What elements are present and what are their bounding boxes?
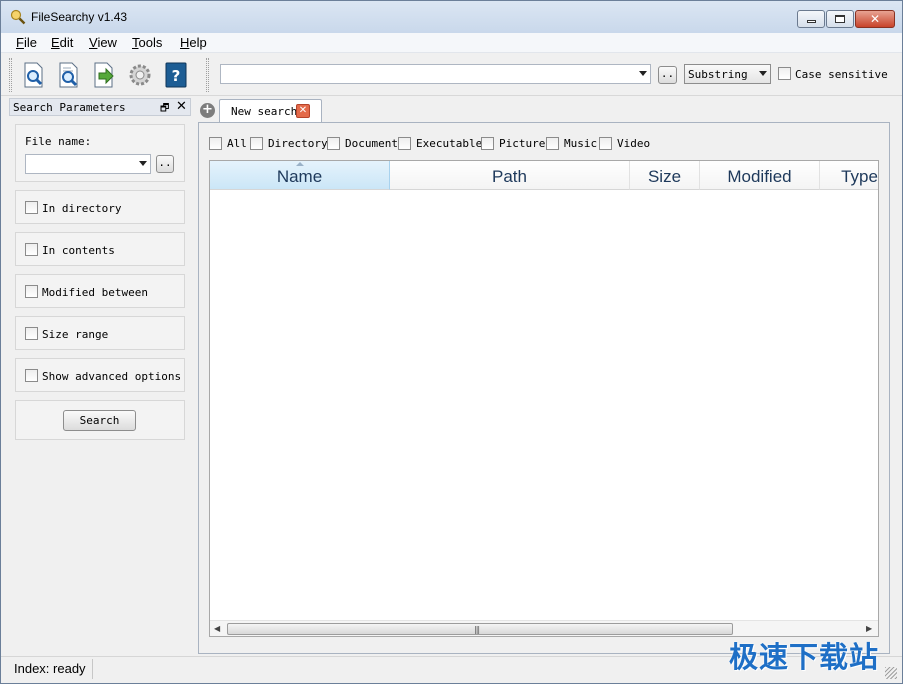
svg-text:?: ? bbox=[172, 67, 181, 85]
scroll-right-icon[interactable]: ▶ bbox=[866, 624, 872, 633]
minimize-icon bbox=[806, 20, 816, 23]
panel-header: Search Parameters 🗗 ✕ bbox=[9, 98, 191, 116]
help-book-icon: ? bbox=[163, 62, 189, 92]
toolbar-grip[interactable] bbox=[9, 58, 12, 92]
maximize-button[interactable] bbox=[826, 10, 854, 28]
filter-picture-checkbox[interactable] bbox=[481, 137, 494, 150]
close-icon: ✕ bbox=[869, 12, 881, 26]
status-text: Index: ready bbox=[14, 661, 86, 676]
show-advanced-label: Show advanced options bbox=[42, 370, 182, 383]
search-input[interactable] bbox=[220, 64, 651, 84]
grip-icon: ||| bbox=[474, 625, 480, 634]
in-directory-section: In directory bbox=[15, 190, 185, 224]
maximize-icon bbox=[835, 15, 845, 23]
in-directory-checkbox[interactable] bbox=[25, 201, 38, 214]
in-directory-label: In directory bbox=[42, 202, 122, 215]
column-header-modified[interactable]: Modified bbox=[700, 161, 820, 190]
in-contents-section: In contents bbox=[15, 232, 185, 266]
tab-label: New search bbox=[231, 105, 298, 118]
modified-between-checkbox[interactable] bbox=[25, 285, 38, 298]
search-parameters-panel: Search Parameters 🗗 ✕ File name: .. In d… bbox=[9, 98, 191, 654]
size-range-label: Size range bbox=[42, 328, 109, 341]
results-table: Name Path Size Modified Type ◀ ||| ▶ bbox=[209, 160, 879, 637]
match-mode-select[interactable]: Substring bbox=[684, 64, 771, 84]
close-tab-icon[interactable]: ✕ bbox=[296, 104, 310, 118]
menu-tools[interactable]: Tools bbox=[132, 35, 162, 50]
go-icon bbox=[91, 62, 117, 92]
in-contents-label: In contents bbox=[42, 244, 115, 257]
chevron-down-icon[interactable] bbox=[139, 161, 147, 166]
file-name-label: File name: bbox=[25, 135, 92, 148]
search-button-panel[interactable]: Search bbox=[63, 410, 136, 431]
column-header-type[interactable]: Type bbox=[820, 161, 878, 190]
sort-ascending-icon bbox=[295, 162, 304, 166]
modified-between-label: Modified between bbox=[42, 286, 148, 299]
status-separator bbox=[92, 659, 93, 679]
add-tab-icon[interactable]: + bbox=[200, 103, 215, 118]
size-range-section: Size range bbox=[15, 316, 185, 350]
scroll-left-icon[interactable]: ◀ bbox=[214, 624, 220, 633]
title-bar[interactable]: FileSearchy v1.43 ✕ bbox=[1, 1, 902, 33]
toolbar-grip-2[interactable] bbox=[206, 58, 209, 92]
search-contents-icon bbox=[56, 62, 82, 92]
column-header-name[interactable]: Name bbox=[210, 161, 390, 190]
in-contents-checkbox[interactable] bbox=[25, 243, 38, 256]
search-contents-button[interactable] bbox=[56, 61, 82, 89]
chevron-down-icon[interactable] bbox=[759, 71, 767, 76]
search-button[interactable] bbox=[21, 61, 47, 89]
menu-help[interactable]: Help bbox=[180, 35, 207, 50]
show-advanced-checkbox[interactable] bbox=[25, 369, 38, 382]
menu-file[interactable]: File bbox=[16, 35, 37, 50]
app-window: FileSearchy v1.43 ✕ File Edit View Tools… bbox=[0, 0, 903, 684]
minimize-button[interactable] bbox=[797, 10, 825, 28]
close-button[interactable]: ✕ bbox=[855, 10, 895, 28]
menu-view[interactable]: View bbox=[89, 35, 117, 50]
app-magnifier-icon bbox=[10, 9, 26, 25]
file-name-section: File name: .. bbox=[15, 124, 185, 182]
filter-video-checkbox[interactable] bbox=[599, 137, 612, 150]
filter-document-checkbox[interactable] bbox=[327, 137, 340, 150]
file-browse-button[interactable]: .. bbox=[156, 155, 174, 173]
scrollbar-thumb[interactable]: ||| bbox=[227, 623, 733, 635]
filter-all-checkbox[interactable] bbox=[209, 137, 222, 150]
column-header-path[interactable]: Path bbox=[390, 161, 630, 190]
filter-music-checkbox[interactable] bbox=[546, 137, 559, 150]
settings-button[interactable] bbox=[127, 61, 153, 89]
file-name-input[interactable] bbox=[25, 154, 151, 174]
toolbar: ? .. Substring Case sensitive bbox=[1, 54, 902, 96]
settings-icon bbox=[127, 64, 153, 92]
modified-between-section: Modified between bbox=[15, 274, 185, 308]
results-frame: All Directory Document Executable Pictur… bbox=[198, 122, 890, 654]
undock-icon[interactable]: 🗗 bbox=[160, 101, 169, 118]
resize-grip-icon[interactable] bbox=[885, 667, 897, 679]
browse-button[interactable]: .. bbox=[658, 66, 677, 84]
chevron-down-icon[interactable] bbox=[639, 71, 647, 76]
tab-strip: + New search ✕ bbox=[197, 98, 897, 123]
menu-bar: File Edit View Tools Help bbox=[1, 33, 902, 53]
window-title: FileSearchy v1.43 bbox=[31, 10, 128, 24]
case-sensitive-label: Case sensitive bbox=[795, 68, 888, 81]
size-range-checkbox[interactable] bbox=[25, 327, 38, 340]
type-filters: All Directory Document Executable Pictur… bbox=[209, 135, 869, 151]
filter-directory-checkbox[interactable] bbox=[250, 137, 263, 150]
close-panel-icon[interactable]: ✕ bbox=[176, 99, 187, 114]
tab-new-search[interactable]: New search ✕ bbox=[219, 99, 322, 123]
search-button-section: Search bbox=[15, 400, 185, 440]
case-sensitive-checkbox[interactable] bbox=[778, 67, 791, 80]
menu-edit[interactable]: Edit bbox=[51, 35, 73, 50]
watermark-logo: 极速下载站 bbox=[729, 640, 880, 674]
column-header-size[interactable]: Size bbox=[630, 161, 700, 190]
advanced-options-section: Show advanced options bbox=[15, 358, 185, 392]
search-icon bbox=[21, 62, 47, 92]
filter-executable-checkbox[interactable] bbox=[398, 137, 411, 150]
help-button[interactable]: ? bbox=[163, 61, 189, 89]
go-button[interactable] bbox=[91, 61, 117, 89]
panel-title: Search Parameters bbox=[13, 101, 126, 114]
